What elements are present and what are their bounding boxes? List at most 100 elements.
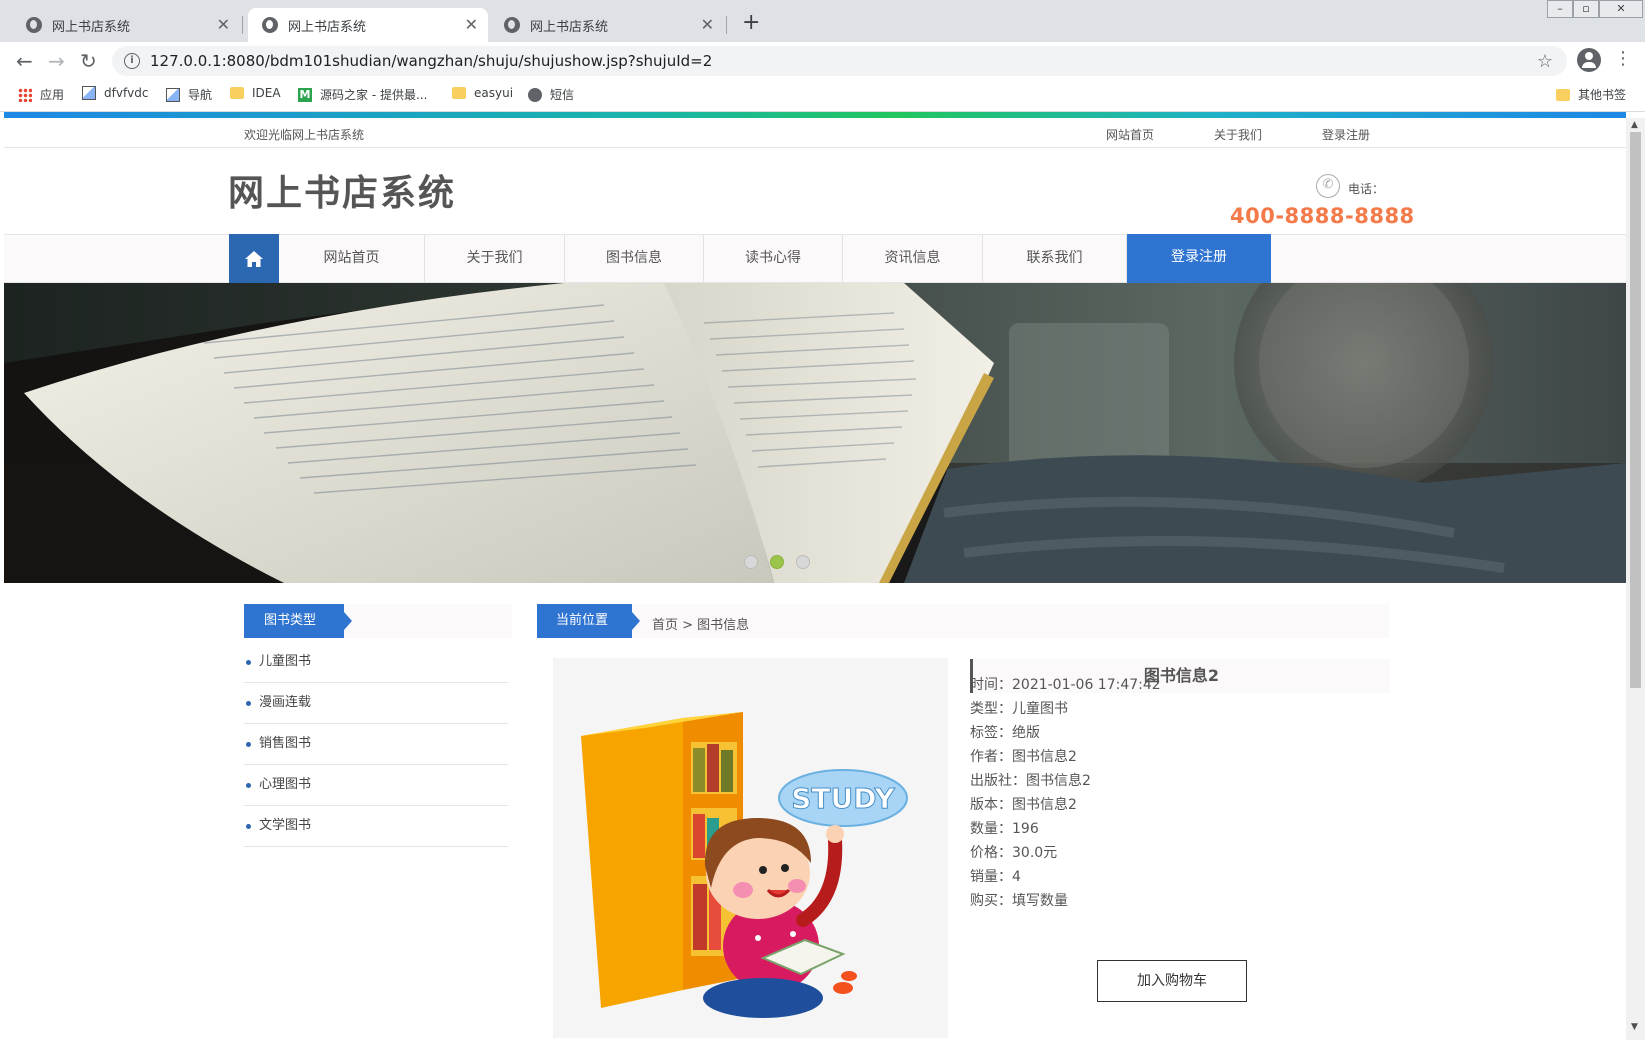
breadcrumb-title: 当前位置 bbox=[537, 604, 640, 638]
image-icon bbox=[82, 86, 96, 100]
reload-icon[interactable]: ↻ bbox=[80, 48, 97, 74]
browser-tab[interactable]: 网上书店系统 ✕ bbox=[490, 8, 724, 42]
info-icon[interactable]: i bbox=[124, 53, 140, 69]
sidebar-item-comics[interactable]: 漫画连载 bbox=[244, 683, 508, 724]
bookmark-star-icon[interactable]: ☆ bbox=[1537, 51, 1553, 72]
bookmark-label: 导航 bbox=[188, 88, 213, 102]
phone-number: 400-8888-8888 bbox=[1230, 204, 1415, 228]
profile-avatar-icon[interactable] bbox=[1577, 48, 1601, 72]
add-to-cart-button[interactable]: 加入购物车 bbox=[1097, 960, 1247, 1002]
apps-icon bbox=[18, 87, 32, 102]
sidebar-item-literature[interactable]: 文学图书 bbox=[244, 806, 508, 847]
book-cover-image: STUDY bbox=[553, 658, 948, 1038]
detail-price: 价格：30.0元 bbox=[970, 845, 1058, 861]
close-icon[interactable]: ✕ bbox=[465, 17, 478, 33]
bookmark-label: 应用 bbox=[40, 88, 65, 102]
breadcrumb[interactable]: 首页 > 图书信息 bbox=[652, 614, 749, 633]
browser-tab-active[interactable]: 网上书店系统 ✕ bbox=[248, 8, 488, 42]
bookmark-label: easyui bbox=[474, 86, 514, 100]
bookmark-item[interactable]: dfvfvdc bbox=[82, 86, 148, 100]
back-arrow-icon[interactable]: ← bbox=[16, 48, 33, 74]
browser-toolbar: ← → ↻ i 127.0.0.1:8080/bdm101shudian/wan… bbox=[0, 42, 1645, 80]
top-link-home[interactable]: 网站首页 bbox=[1106, 126, 1154, 143]
nav-about[interactable]: 关于我们 bbox=[425, 235, 565, 283]
forward-arrow-icon[interactable]: → bbox=[48, 48, 65, 74]
banner-dot[interactable] bbox=[744, 555, 758, 569]
image-icon bbox=[166, 87, 180, 102]
scrollbar-thumb[interactable] bbox=[1630, 132, 1641, 688]
m-logo-icon: M bbox=[298, 87, 312, 102]
banner-dot[interactable] bbox=[796, 555, 810, 569]
sidebar-title: 图书类型 bbox=[244, 604, 352, 638]
sidebar-item-sales[interactable]: 销售图书 bbox=[244, 724, 508, 765]
open-book-photo bbox=[4, 283, 1626, 583]
browser-tabstrip: 网上书店系统 ✕ 网上书店系统 ✕ 网上书店系统 ✕ + – ▫ ✕ bbox=[0, 0, 1645, 42]
main-nav: 网站首页 关于我们 图书信息 读书心得 资讯信息 联系我们 登录注册 bbox=[4, 234, 1626, 284]
detail-publisher: 出版社：图书信息2 bbox=[970, 773, 1091, 789]
detail-buy: 购买：填写数量 bbox=[970, 893, 1068, 909]
home-icon bbox=[245, 251, 263, 267]
folder-icon bbox=[452, 87, 466, 99]
nav-home-button[interactable] bbox=[229, 234, 279, 284]
globe-icon bbox=[504, 17, 520, 33]
address-bar[interactable]: i 127.0.0.1:8080/bdm101shudian/wangzhan/… bbox=[112, 46, 1567, 76]
tab-separator bbox=[242, 16, 243, 34]
detail-time: 时间：2021-01-06 17:47:42 bbox=[970, 677, 1161, 693]
bookmarks-bar: 应用 dfvfvdc 导航 IDEA M 源码之家 - 提供最... easyu… bbox=[0, 80, 1645, 112]
other-bookmarks[interactable]: 其他书签 bbox=[1556, 86, 1626, 103]
tab-title: 网上书店系统 bbox=[288, 19, 367, 35]
welcome-text: 欢迎光临网上书店系统 bbox=[244, 128, 365, 142]
minimize-button[interactable]: – bbox=[1547, 0, 1573, 18]
detail-tag: 标签：绝版 bbox=[970, 725, 1040, 741]
top-link-login[interactable]: 登录注册 bbox=[1322, 126, 1370, 143]
globe-icon bbox=[262, 17, 278, 33]
page-scrollbar[interactable]: ▲ ▼ bbox=[1626, 118, 1645, 1040]
bookmark-label: dfvfvdc bbox=[104, 86, 149, 100]
nav-reading-notes[interactable]: 读书心得 bbox=[704, 235, 843, 283]
browser-tab[interactable]: 网上书店系统 ✕ bbox=[12, 8, 240, 42]
bookmark-label: 短信 bbox=[550, 88, 575, 102]
detail-type: 类型：儿童图书 bbox=[970, 701, 1068, 717]
window-close-button[interactable]: ✕ bbox=[1599, 0, 1643, 18]
sidebar-item-psychology[interactable]: 心理图书 bbox=[244, 765, 508, 806]
nav-news[interactable]: 资讯信息 bbox=[843, 235, 983, 283]
kid-reading-illustration: STUDY bbox=[581, 712, 908, 1018]
detail-author: 作者：图书信息2 bbox=[970, 749, 1077, 765]
phone-icon: ✆ bbox=[1316, 174, 1340, 198]
bookmark-item[interactable]: easyui bbox=[452, 86, 513, 100]
bookmark-item[interactable]: M 源码之家 - 提供最... bbox=[298, 86, 427, 103]
bookmark-item[interactable]: IDEA bbox=[230, 86, 281, 100]
sidebar-item-children[interactable]: 儿童图书 bbox=[244, 642, 508, 683]
folder-icon bbox=[230, 87, 244, 99]
site-topbar: 欢迎光临网上书店系统 网站首页 关于我们 登录注册 bbox=[4, 118, 1626, 148]
tab-separator bbox=[726, 16, 727, 34]
sidebar-header-bg bbox=[344, 604, 512, 638]
banner-dot-active[interactable] bbox=[770, 555, 784, 569]
maximize-button[interactable]: ▫ bbox=[1573, 0, 1599, 18]
scroll-up-icon[interactable]: ▲ bbox=[1631, 120, 1638, 130]
top-link-about[interactable]: 关于我们 bbox=[1214, 126, 1262, 143]
nav-books[interactable]: 图书信息 bbox=[565, 235, 704, 283]
globe-icon bbox=[26, 17, 42, 33]
menu-kebab-icon[interactable]: ⋮ bbox=[1614, 50, 1632, 68]
bookmark-label: IDEA bbox=[252, 86, 281, 100]
bookmark-item[interactable]: 导航 bbox=[166, 86, 212, 103]
globe-icon bbox=[528, 87, 542, 102]
close-icon[interactable]: ✕ bbox=[701, 17, 714, 33]
url-text[interactable]: 127.0.0.1:8080/bdm101shudian/wangzhan/sh… bbox=[150, 52, 712, 70]
bookmark-apps[interactable]: 应用 bbox=[18, 86, 64, 103]
site-logo[interactable]: 网上书店系统 bbox=[228, 164, 456, 216]
nav-login[interactable]: 登录注册 bbox=[1127, 234, 1271, 284]
new-tab-button[interactable]: + bbox=[742, 12, 760, 34]
detail-quantity: 数量：196 bbox=[970, 821, 1039, 837]
nav-contact[interactable]: 联系我们 bbox=[983, 235, 1127, 283]
scroll-down-icon[interactable]: ▼ bbox=[1631, 1022, 1638, 1032]
close-icon[interactable]: ✕ bbox=[217, 17, 230, 33]
page-viewport: 欢迎光临网上书店系统 网站首页 关于我们 登录注册 网上书店系统 ✆ 电话： 4… bbox=[4, 118, 1626, 1038]
tab-title: 网上书店系统 bbox=[530, 19, 609, 35]
bookmark-label: 源码之家 - 提供最... bbox=[320, 88, 428, 102]
bookmark-label: 其他书签 bbox=[1578, 88, 1627, 102]
nav-home[interactable]: 网站首页 bbox=[279, 235, 425, 283]
bookmark-item[interactable]: 短信 bbox=[528, 86, 574, 103]
detail-edition: 版本：图书信息2 bbox=[970, 797, 1077, 813]
